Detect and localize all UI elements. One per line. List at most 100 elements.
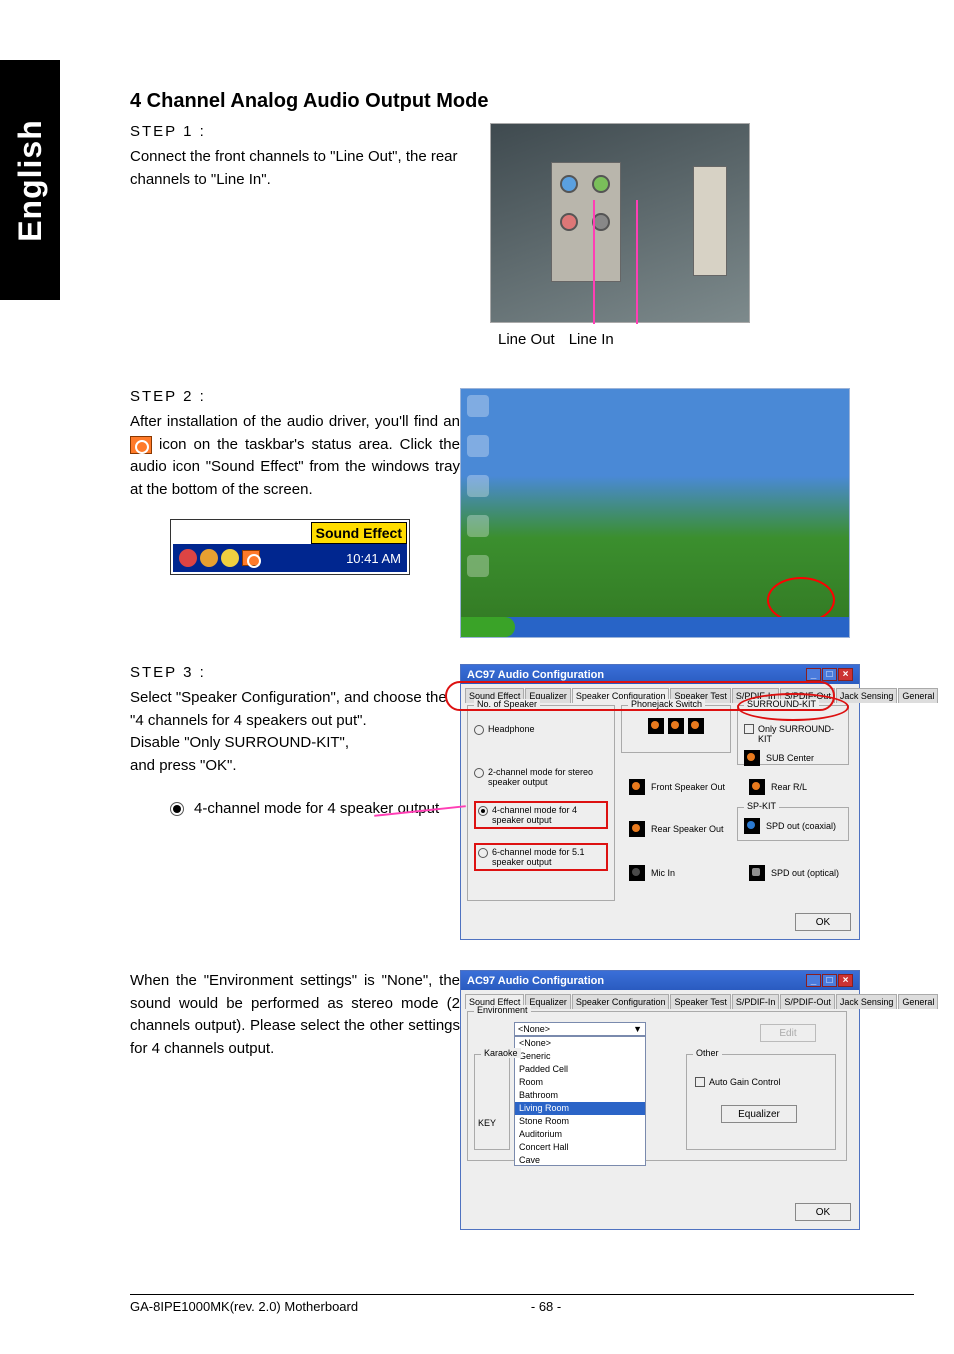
four-channel-radio-callout: 4-channel mode for 4 speaker output	[170, 799, 460, 819]
caption-line-out: Line Out	[498, 331, 555, 348]
step2-text-a: After installation of the audio driver, …	[130, 413, 460, 430]
sound-effect-tooltip-image: Sound Effect 10:41 AM	[170, 519, 410, 575]
page-heading: 4 Channel Analog Audio Output Mode	[130, 90, 914, 113]
radio-4channel[interactable]: 4-channel mode for 4 speaker output	[474, 801, 608, 829]
tray-sound-icon	[242, 550, 260, 566]
desktop-icon	[467, 555, 489, 577]
equalizer-button[interactable]: Equalizer	[721, 1105, 797, 1123]
dialog-title: AC97 Audio Configuration	[467, 669, 604, 681]
step4-text: When the "Environment settings" is "None…	[130, 970, 460, 1060]
close-button[interactable]: ×	[838, 668, 853, 681]
tab-jack-sensing[interactable]: Jack Sensing	[836, 994, 898, 1009]
language-tab: English	[0, 60, 60, 300]
ok-button[interactable]: OK	[795, 913, 851, 931]
audio-port-panel	[551, 162, 621, 282]
taskbar	[461, 617, 849, 637]
tab-general[interactable]: General	[898, 994, 938, 1009]
dialog-title: AC97 Audio Configuration	[467, 975, 604, 987]
tab-equalizer[interactable]: Equalizer	[525, 994, 571, 1009]
sound-effect-tray-icon	[130, 436, 152, 454]
group-title-spkit: SP-KIT	[744, 801, 779, 811]
other-group: Other Auto Gain Control Equalizer	[686, 1054, 836, 1150]
radio-6channel[interactable]: 6-channel mode for 5.1 speaker output	[474, 843, 608, 871]
step3-text-a: Select "Speaker Configuration", and choo…	[130, 687, 460, 732]
port-line-out	[592, 175, 610, 193]
ac97-dialog-speaker-config: AC97 Audio Configuration _ □ × Sound Eff…	[460, 664, 860, 940]
phonejack-icon	[688, 718, 704, 734]
tab-spdif-out[interactable]: S/PDIF-Out	[780, 994, 835, 1009]
phonejack-switch-group: Phonejack Switch	[621, 705, 731, 753]
step1-text: Connect the front channels to "Line Out"…	[130, 146, 490, 191]
port-line-in	[560, 175, 578, 193]
label-front-speaker-out: Front Speaker Out	[651, 782, 725, 792]
expansion-slot	[693, 166, 727, 276]
minimize-button[interactable]: _	[806, 668, 821, 681]
environment-group: Environment <None>▼ <None>GenericPadded …	[467, 1011, 847, 1161]
edit-button[interactable]: Edit	[760, 1024, 816, 1042]
label-sub-center: SUB Center	[766, 753, 814, 763]
checkbox-auto-gain[interactable]: Auto Gain Control	[695, 1077, 835, 1087]
desktop-screenshot	[460, 388, 850, 638]
close-button[interactable]: ×	[838, 974, 853, 987]
karaoke-group: Karaoke	[474, 1054, 510, 1150]
label-rear-speaker-out: Rear Speaker Out	[651, 824, 724, 834]
step3-label: STEP 3 :	[130, 664, 460, 681]
minimize-button[interactable]: _	[806, 974, 821, 987]
tray-icon-1	[179, 549, 197, 567]
label-spd-optical: SPD out (optical)	[771, 868, 839, 878]
tray-icon-2	[200, 549, 218, 567]
environment-dropdown[interactable]: <None>▼	[514, 1022, 646, 1036]
tray-time: 10:41 AM	[346, 551, 401, 566]
checkbox-only-surround-kit[interactable]: Only SURROUND-KIT	[744, 724, 842, 744]
callout-line-out	[593, 200, 595, 324]
step1-label: STEP 1 :	[130, 123, 490, 140]
desktop-icon	[467, 515, 489, 537]
key-label: KEY	[478, 1118, 496, 1128]
label-spd-coax: SPD out (coaxial)	[766, 821, 836, 831]
jack-mic-in	[629, 865, 645, 881]
callout-line-in	[636, 200, 638, 324]
footer-page-number: - 68 -	[531, 1299, 561, 1314]
start-button	[461, 617, 515, 637]
tab-spdif-in[interactable]: S/PDIF-In	[732, 994, 780, 1009]
footer-product: GA-8IPE1000MK(rev. 2.0) Motherboard	[130, 1299, 358, 1314]
radio-callout-label: 4-channel mode for 4 speaker output	[194, 799, 439, 819]
caption-line-in: Line In	[569, 331, 614, 348]
label-mic-in: Mic In	[651, 868, 675, 878]
language-label: English	[12, 119, 49, 242]
group-title-environment: Environment	[474, 1005, 531, 1015]
phonejack-icon	[668, 718, 684, 734]
maximize-button[interactable]: □	[822, 668, 837, 681]
step3-text-c: and press "OK".	[130, 755, 460, 778]
label-rear-rl: Rear R/L	[771, 782, 807, 792]
tab-speaker-configuration[interactable]: Speaker Configuration	[572, 994, 670, 1009]
step2-text-b: icon on the taskbar's status area. Click…	[130, 436, 460, 498]
ac97-dialog-sound-effect: AC97 Audio Configuration _ □ × Sound Eff…	[460, 970, 860, 1230]
jack-front-out	[629, 779, 645, 795]
port-mic	[560, 213, 578, 231]
jack-rear-out	[629, 821, 645, 837]
tab-speaker-test[interactable]: Speaker Test	[670, 994, 730, 1009]
tab-general[interactable]: General	[898, 688, 938, 703]
step2-label: STEP 2 :	[130, 388, 460, 405]
ok-button[interactable]: OK	[795, 1203, 851, 1221]
jack-rear-rl	[749, 779, 765, 795]
tab-jack-sensing[interactable]: Jack Sensing	[836, 688, 898, 703]
radio-headphone[interactable]: Headphone	[474, 724, 608, 735]
jack-spd-optical	[749, 865, 765, 881]
desktop-icon	[467, 435, 489, 457]
maximize-button[interactable]: □	[822, 974, 837, 987]
jack-icon	[744, 750, 760, 766]
sound-effect-callout: Sound Effect	[311, 522, 407, 544]
jack-spd-coax	[744, 818, 760, 834]
sp-kit-group: SP-KIT SPD out (coaxial)	[737, 807, 849, 841]
radio-2channel[interactable]: 2-channel mode for stereo speaker output	[474, 767, 608, 787]
tray-icon-3	[221, 549, 239, 567]
phonejack-icon	[648, 718, 664, 734]
environment-options-list[interactable]: <None>GenericPadded CellRoomBathroomLivi…	[514, 1036, 646, 1166]
step3-text-b: Disable "Only SURROUND-KIT",	[130, 732, 460, 755]
pc-back-panel-image	[490, 123, 750, 323]
highlight-tabs	[445, 681, 835, 711]
no-of-speaker-group: No. of Speaker Headphone 2-channel mode …	[467, 705, 615, 901]
radio-icon	[170, 802, 184, 816]
